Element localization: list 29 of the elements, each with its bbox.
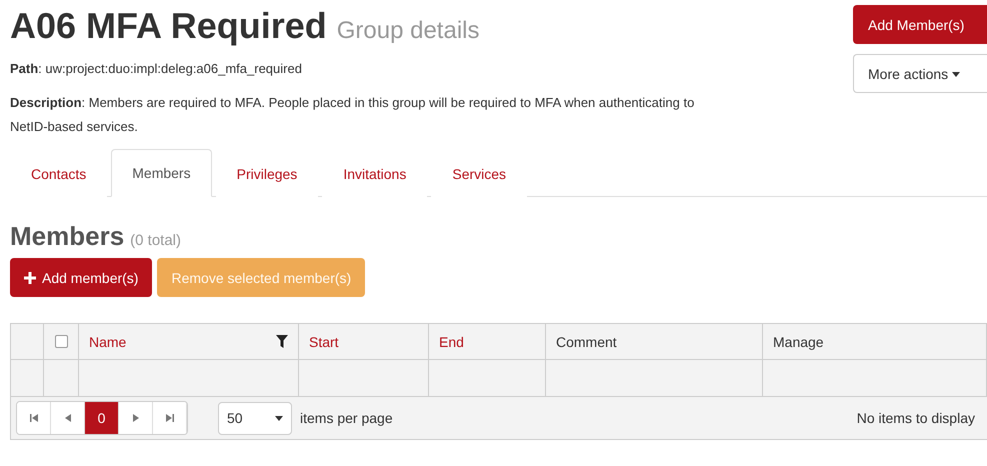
- last-page-icon: [166, 414, 174, 422]
- filter-icon[interactable]: [276, 335, 288, 348]
- more-actions-button[interactable]: More actions: [853, 54, 987, 93]
- pager-status: No items to display: [856, 410, 975, 426]
- group-path: Path: uw:project:duo:impl:deleg:a06_mfa_required: [10, 60, 303, 78]
- first-page-icon: [30, 414, 38, 422]
- section-title: Members: [10, 221, 124, 252]
- page-size-label: items per page: [300, 410, 393, 426]
- select-all-checkbox[interactable]: [54, 335, 68, 348]
- column-header[interactable]: Name: [89, 334, 126, 350]
- add-member-button[interactable]: Add Member(s): [853, 5, 987, 44]
- next-page-icon: [132, 414, 140, 422]
- group-description: Description: Members are required to MFA. People placed in this group will be required to MFA when authenticating to NetID-based services.: [10, 94, 696, 136]
- caret-icon: [952, 70, 960, 78]
- first-page-button[interactable]: [17, 402, 51, 434]
- page-size-select[interactable]: 50: [218, 402, 292, 434]
- page-title: A06 MFA Required: [10, 5, 327, 47]
- caret-icon: [275, 414, 283, 422]
- tab[interactable]: Members: [111, 149, 212, 197]
- column-header: Comment: [556, 334, 617, 350]
- column-header: Manage: [773, 334, 824, 350]
- column-header[interactable]: End: [439, 334, 464, 350]
- previous-page-icon: [64, 414, 72, 422]
- current-page[interactable]: 0: [85, 402, 119, 434]
- member-count: (0 total): [130, 232, 182, 249]
- plus-icon: [24, 272, 36, 284]
- add-members-button[interactable]: Add member(s): [10, 258, 152, 297]
- page-subtitle: Group details: [336, 17, 480, 45]
- column-header[interactable]: Start: [309, 334, 339, 350]
